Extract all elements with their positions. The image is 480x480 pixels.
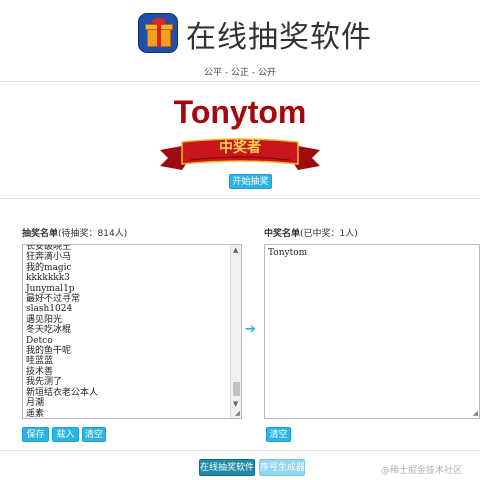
header: 在线抽奖软件 公平 - 公正 - 公开 bbox=[0, 0, 480, 82]
winners-textarea[interactable]: Tonytom ◢ bbox=[264, 244, 480, 419]
scroll-up-icon[interactable]: ▲ bbox=[233, 246, 238, 254]
slogan: 公平 - 公正 - 公开 bbox=[204, 68, 276, 78]
scroll-thumb[interactable] bbox=[233, 382, 240, 396]
scrollbar[interactable]: ▲ ▼ bbox=[230, 245, 241, 418]
pool-list: 长安破晓王 狂奔滴小马 我的magic kkkkkkk3 Junymal1p 最好不过寻常… bbox=[26, 245, 230, 419]
resize-grip-icon[interactable]: ◢ bbox=[473, 409, 478, 417]
pool-entry: 遥素 bbox=[26, 408, 45, 419]
pool-entry: 我先测了 bbox=[26, 377, 63, 388]
winner-name: Tonytom bbox=[173, 94, 307, 130]
footer-divider bbox=[0, 450, 480, 451]
serial-generator-button[interactable]: 序号生成器 bbox=[259, 459, 305, 476]
pool-entry: Junymal1p bbox=[26, 283, 75, 294]
pool-entry: 冬天吃冰棍 bbox=[26, 325, 72, 336]
watermark: @稀土掘金技术社区 bbox=[381, 466, 463, 476]
pool-entry: kkkkkkk3 bbox=[26, 273, 70, 284]
clear-winners-button[interactable]: 清空 bbox=[266, 427, 291, 442]
pool-entry: 月潮 bbox=[26, 398, 45, 409]
divider bbox=[0, 198, 480, 199]
resize-grip-icon[interactable]: ◢ bbox=[235, 409, 240, 417]
ribbon-label: 中奖者 bbox=[219, 140, 261, 156]
gift-box-icon bbox=[138, 13, 178, 53]
load-button[interactable]: 载入 bbox=[52, 427, 79, 442]
winners-label: 中奖名单(已中奖：1人) bbox=[264, 226, 358, 239]
pool-label: 抽奖名单(待抽奖：814人) bbox=[22, 226, 127, 239]
pool-count: (待抽奖：814人) bbox=[58, 229, 128, 239]
pool-entry: 遇见阳光 bbox=[26, 314, 63, 325]
start-draw-button[interactable]: 开始抽奖 bbox=[229, 174, 272, 189]
online-lottery-button[interactable]: 在线抽奖软件 bbox=[199, 459, 255, 476]
save-button[interactable]: 保存 bbox=[22, 427, 49, 442]
pool-entry: 新垣结衣老公本人 bbox=[26, 387, 99, 398]
pool-textarea[interactable]: 长安破晓王 狂奔滴小马 我的magic kkkkkkk3 Junymal1p 最好不过寻常… bbox=[22, 244, 242, 419]
winners-count: (已中奖：1人) bbox=[300, 229, 358, 239]
scroll-down-icon[interactable]: ▼ bbox=[233, 400, 238, 408]
pool-title: 抽奖名单 bbox=[22, 229, 59, 239]
pool-entry: 技术善 bbox=[26, 366, 54, 377]
pool-entry: 最好不过寻常 bbox=[26, 294, 81, 305]
winners-title: 中奖名单 bbox=[264, 229, 301, 239]
clear-pool-button[interactable]: 清空 bbox=[82, 427, 106, 442]
pool-entry: 哇蓝蓝 bbox=[26, 356, 54, 367]
pool-entry: 我的鱼干呢 bbox=[26, 346, 72, 357]
pool-entry: Detco bbox=[26, 335, 53, 346]
app-title: 在线抽奖软件 bbox=[186, 20, 372, 55]
pool-entry: 我的magic bbox=[26, 262, 72, 273]
winners-list: Tonytom bbox=[268, 248, 307, 258]
pool-entry: 狂奔滴小马 bbox=[26, 252, 72, 263]
arrow-right-icon: ➔ bbox=[245, 322, 256, 337]
pool-entry: slash1024 bbox=[26, 304, 73, 315]
winner-entry: Tonytom bbox=[268, 248, 308, 258]
